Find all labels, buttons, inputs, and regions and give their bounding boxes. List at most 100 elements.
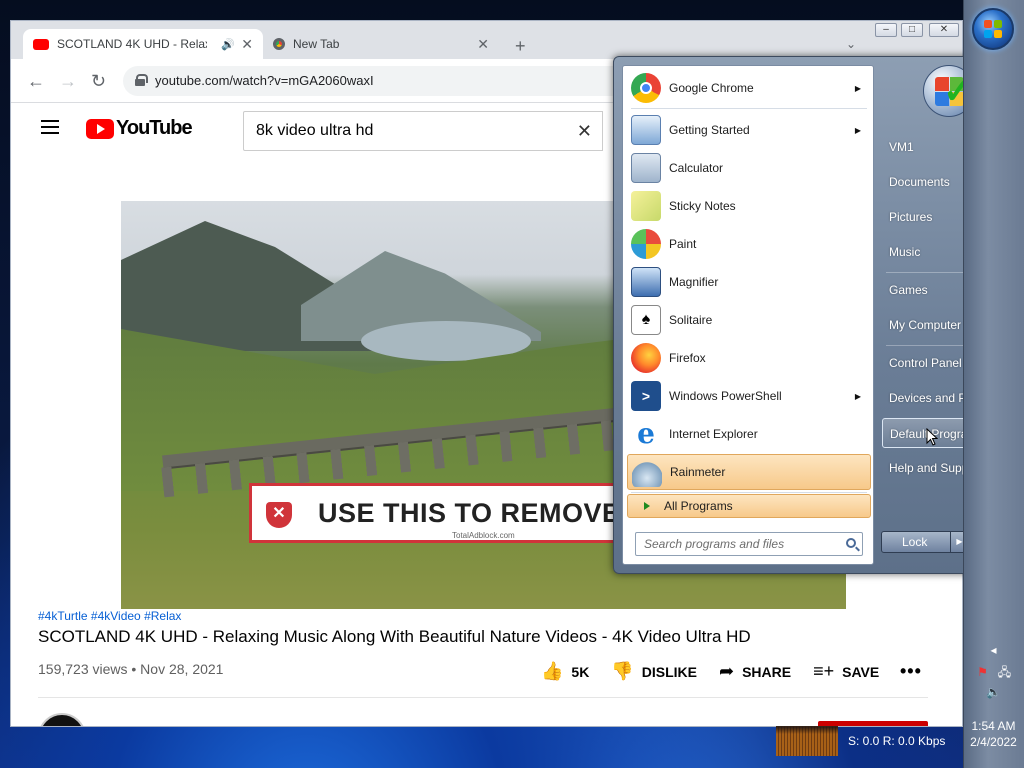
search-query: 8k video ultra hd [256, 122, 374, 139]
program-google-chrome[interactable]: Google Chrome ▶ [627, 70, 871, 106]
ad-banner-subtext: TotalAdblock.com [452, 531, 515, 540]
program-magnifier[interactable]: Magnifier [627, 264, 871, 300]
tab-title: SCOTLAND 4K UHD - Relaxin [57, 37, 207, 51]
dislike-label: DISLIKE [641, 663, 697, 680]
tab-title: New Tab [293, 37, 340, 51]
search-icon[interactable] [846, 538, 856, 548]
thumbs-down-icon: 👎 [611, 661, 634, 681]
maximize-button[interactable]: □ [901, 23, 923, 37]
lock-icon [135, 74, 148, 86]
playlist-add-icon: ≡+ [813, 661, 835, 681]
solitaire-icon: ♠ [631, 305, 661, 335]
all-programs-arrow-icon [644, 502, 650, 510]
close-tab-icon[interactable]: ✕ [241, 36, 253, 53]
new-tab-button[interactable]: + [515, 36, 526, 57]
youtube-wordmark: YouTube [116, 117, 193, 139]
program-getting-started[interactable]: Getting Started ▶ [627, 112, 871, 148]
paint-icon [631, 229, 661, 259]
program-label: Magnifier [669, 275, 719, 289]
lock-button[interactable]: Lock ▶ [881, 531, 969, 553]
program-label: Calculator [669, 161, 724, 175]
network-graph [776, 726, 838, 756]
share-button[interactable]: ➦ SHARE [719, 661, 791, 682]
tab-strip: SCOTLAND 4K UHD - Relaxin 🔊 ✕ New Tab ✕ … [11, 21, 962, 59]
clock-time: 1:54 AM [971, 719, 1016, 733]
program-label: Google Chrome [669, 81, 754, 95]
program-windows-powershell[interactable]: > Windows PowerShell ▶ [627, 378, 871, 414]
start-orb-button[interactable] [972, 8, 1014, 50]
program-sticky-notes[interactable]: Sticky Notes [627, 188, 871, 224]
video-actions: 👍 5K 👎 DISLIKE ➦ SHARE ≡+ SAVE [541, 661, 901, 682]
share-icon: ➦ [718, 661, 735, 681]
tab-search-chevron-icon[interactable]: ⌄ [846, 37, 856, 51]
program-rainmeter[interactable]: Rainmeter [627, 454, 871, 490]
program-label: Paint [669, 237, 697, 251]
firefox-icon [631, 343, 661, 373]
sticky-notes-icon [631, 191, 661, 221]
program-label: Solitaire [669, 313, 713, 327]
minimize-button[interactable]: – [875, 23, 897, 37]
submenu-arrow-icon: ▶ [854, 83, 861, 93]
program-label: Sticky Notes [669, 199, 736, 213]
action-center-flag-icon[interactable]: ⚑ [975, 665, 991, 679]
powershell-icon: > [631, 381, 661, 411]
youtube-play-icon [86, 118, 114, 139]
ie-icon: e [637, 417, 655, 450]
program-paint[interactable]: Paint [627, 226, 871, 262]
program-solitaire[interactable]: ♠ Solitaire [627, 302, 871, 338]
video-hashtags[interactable]: #4kTurtle #4kVideo #Relax [38, 609, 181, 623]
program-label: Getting Started [669, 123, 750, 137]
network-icon[interactable]: 🖧 [997, 663, 1013, 679]
program-label: Internet Explorer [669, 427, 758, 441]
close-tab-icon[interactable]: ✕ [477, 36, 489, 53]
youtube-logo[interactable]: YouTube [86, 117, 193, 140]
windows-logo-icon [984, 20, 1002, 38]
forward-arrow-icon[interactable]: → [59, 71, 77, 92]
calculator-icon [631, 153, 661, 183]
video-meta: 159,723 views • Nov 28, 2021 [38, 661, 224, 677]
share-label: SHARE [742, 663, 792, 680]
program-label: Windows PowerShell [669, 389, 782, 403]
volume-icon[interactable]: 🔈 [986, 685, 1002, 699]
program-calculator[interactable]: Calculator [627, 150, 871, 186]
tab-new-tab[interactable]: New Tab ✕ [263, 29, 499, 59]
save-button[interactable]: ≡+ SAVE [813, 661, 879, 682]
close-window-button[interactable]: ✕ [929, 23, 959, 37]
program-internet-explorer[interactable]: e Internet Explorer [627, 416, 871, 452]
reload-icon[interactable]: ↻ [91, 71, 106, 92]
youtube-favicon-icon [33, 38, 49, 50]
clock-date: 2/4/2022 [970, 735, 1017, 749]
start-search-input[interactable]: Search programs and files [635, 532, 863, 556]
back-arrow-icon[interactable]: ← [27, 71, 45, 92]
youtube-search-input[interactable]: 8k video ultra hd ✕ [243, 111, 603, 151]
getting-started-icon [631, 115, 661, 145]
submenu-arrow-icon: ▶ [854, 391, 861, 401]
system-tray: ◂ ⚑ 🖧 🔈 [963, 640, 1024, 702]
tab-youtube[interactable]: SCOTLAND 4K UHD - Relaxin 🔊 ✕ [23, 29, 263, 59]
like-button[interactable]: 👍 5K [541, 661, 589, 682]
save-label: SAVE [842, 663, 880, 680]
all-programs-button[interactable]: All Programs [627, 494, 871, 518]
shield-icon: ✕ [266, 502, 292, 528]
chrome-favicon-icon [273, 38, 285, 50]
url-text: youtube.com/watch?v=mGA2060waxI [155, 73, 374, 88]
menu-icon[interactable] [41, 120, 59, 134]
ad-banner-text: USE THIS TO REMOVE A [318, 498, 648, 528]
channel-avatar[interactable] [38, 713, 86, 726]
audio-playing-icon[interactable]: 🔊 [221, 38, 235, 51]
taskbar-clock[interactable]: 1:54 AM 2/4/2022 [963, 718, 1024, 750]
magnifier-icon [631, 267, 661, 297]
rainmeter-net-widget: S: 0.0 R: 0.0 Kbps [774, 724, 964, 758]
like-count: 5K [571, 663, 590, 680]
show-hidden-icons-arrow-icon[interactable]: ◂ [986, 643, 1002, 657]
start-menu-programs-pane: Google Chrome ▶ Getting Started ▶ Calcul… [622, 65, 874, 565]
clear-search-icon[interactable]: ✕ [577, 112, 592, 150]
program-firefox[interactable]: Firefox [627, 340, 871, 376]
more-options-icon[interactable]: ••• [900, 661, 922, 682]
rainmeter-icon [632, 457, 662, 487]
divider [38, 697, 928, 698]
dislike-button[interactable]: 👎 DISLIKE [611, 661, 697, 682]
lock-label: Lock [902, 535, 928, 549]
video-title: SCOTLAND 4K UHD - Relaxing Music Along W… [38, 627, 751, 646]
mouse-cursor-icon [926, 427, 939, 446]
